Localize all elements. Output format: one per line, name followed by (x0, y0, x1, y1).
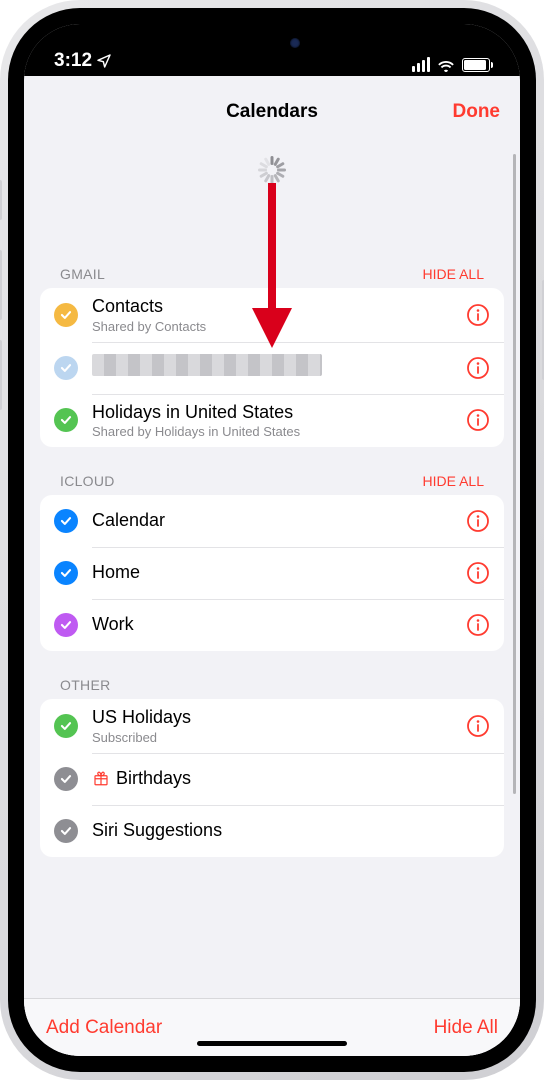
calendar-checkmark[interactable] (54, 509, 78, 533)
calendar-title-text: Home (92, 562, 140, 582)
page-title: Calendars (226, 101, 318, 123)
calendar-group-card: Calendar Home Work (40, 495, 504, 651)
calendar-checkmark[interactable] (54, 819, 78, 843)
scroll-indicator[interactable] (513, 154, 516, 794)
calendar-checkmark[interactable] (54, 714, 78, 738)
info-icon[interactable] (466, 509, 490, 533)
info-icon[interactable] (466, 613, 490, 637)
calendar-text: Home (92, 562, 456, 584)
calendar-checkmark[interactable] (54, 303, 78, 327)
calendar-title-text: Holidays in United States (92, 402, 293, 422)
calendar-title-text: US Holidays (92, 707, 191, 727)
section-header: ICLOUD HIDE ALL (24, 473, 520, 495)
content-scroll[interactable]: GMAILHIDE ALLContactsShared by ContactsH… (24, 140, 520, 998)
calendar-title-text: Birthdays (116, 768, 191, 788)
sheet-header: Calendars Done (24, 84, 520, 140)
calendar-title: Work (92, 614, 456, 636)
calendar-text (92, 354, 456, 382)
info-icon[interactable] (466, 714, 490, 738)
calendar-row[interactable]: Work (40, 599, 504, 651)
info-icon[interactable] (466, 561, 490, 585)
calendar-checkmark[interactable] (54, 356, 78, 380)
calendar-row[interactable]: Calendar (40, 495, 504, 547)
calendar-subtitle: Subscribed (92, 730, 456, 745)
calendar-row[interactable]: US Holidays Subscribed (40, 699, 504, 753)
calendar-title: US Holidays (92, 707, 456, 729)
calendar-text: Calendar (92, 510, 456, 532)
pull-to-refresh (24, 148, 520, 266)
calendar-text: Birthdays (92, 768, 490, 790)
gift-icon (92, 769, 110, 787)
home-indicator[interactable] (197, 1041, 347, 1046)
notch (157, 24, 387, 60)
info-icon[interactable] (466, 356, 490, 380)
cell-signal-icon (412, 57, 430, 72)
info-icon[interactable] (466, 408, 490, 432)
calendar-row[interactable]: Home (40, 547, 504, 599)
calendar-title-text: Siri Suggestions (92, 820, 222, 840)
section-label: ICLOUD (60, 473, 115, 489)
calendar-title: Calendar (92, 510, 456, 532)
calendar-row[interactable]: Birthdays (40, 753, 504, 805)
calendar-checkmark[interactable] (54, 561, 78, 585)
calendar-title-text: Contacts (92, 296, 163, 316)
location-icon (96, 53, 112, 69)
section-hide-all-button[interactable]: HIDE ALL (423, 266, 484, 282)
screen: 3:12 Calendars Done (24, 24, 520, 1056)
volume-down-button (0, 340, 2, 410)
section-header: OTHER (24, 677, 520, 699)
phone-frame: 3:12 Calendars Done (0, 0, 544, 1080)
status-time: 3:12 (54, 50, 92, 72)
calendar-title: Holidays in United States (92, 402, 456, 424)
calendar-text: Holidays in United States Shared by Holid… (92, 402, 456, 440)
battery-icon (462, 58, 490, 72)
calendar-text: Work (92, 614, 456, 636)
calendar-title: Birthdays (92, 768, 490, 790)
calendar-checkmark[interactable] (54, 767, 78, 791)
calendar-text: Siri Suggestions (92, 820, 490, 842)
volume-up-button (0, 250, 2, 320)
wifi-icon (436, 58, 456, 72)
hide-all-button[interactable]: Hide All (434, 1017, 498, 1039)
bottom-toolbar: Add Calendar Hide All (24, 998, 520, 1056)
section-label: OTHER (60, 677, 111, 693)
calendar-checkmark[interactable] (54, 408, 78, 432)
info-icon[interactable] (466, 303, 490, 327)
calendar-subtitle: Shared by Holidays in United States (92, 424, 456, 439)
add-calendar-button[interactable]: Add Calendar (46, 1017, 162, 1039)
calendar-checkmark[interactable] (54, 613, 78, 637)
calendar-title-text: Calendar (92, 510, 165, 530)
calendar-title: Siri Suggestions (92, 820, 490, 842)
calendar-row[interactable] (40, 342, 504, 394)
calendar-group-card: US Holidays Subscribed Birthdays Siri Sugge… (40, 699, 504, 857)
calendar-title-text: Work (92, 614, 134, 634)
annotation-arrow (247, 178, 297, 348)
section-label: GMAIL (60, 266, 105, 282)
silent-switch (0, 180, 2, 220)
section-hide-all-button[interactable]: HIDE ALL (423, 473, 484, 489)
calendar-row[interactable]: Siri Suggestions (40, 805, 504, 857)
calendar-title: Home (92, 562, 456, 584)
calendar-row[interactable]: Holidays in United States Shared by Holid… (40, 394, 504, 448)
calendars-sheet: Calendars Done GMAILHIDE A (24, 84, 520, 1056)
calendar-text: US Holidays Subscribed (92, 707, 456, 745)
done-button[interactable]: Done (453, 84, 501, 140)
redacted-label (92, 354, 322, 376)
calendar-title (92, 354, 456, 382)
